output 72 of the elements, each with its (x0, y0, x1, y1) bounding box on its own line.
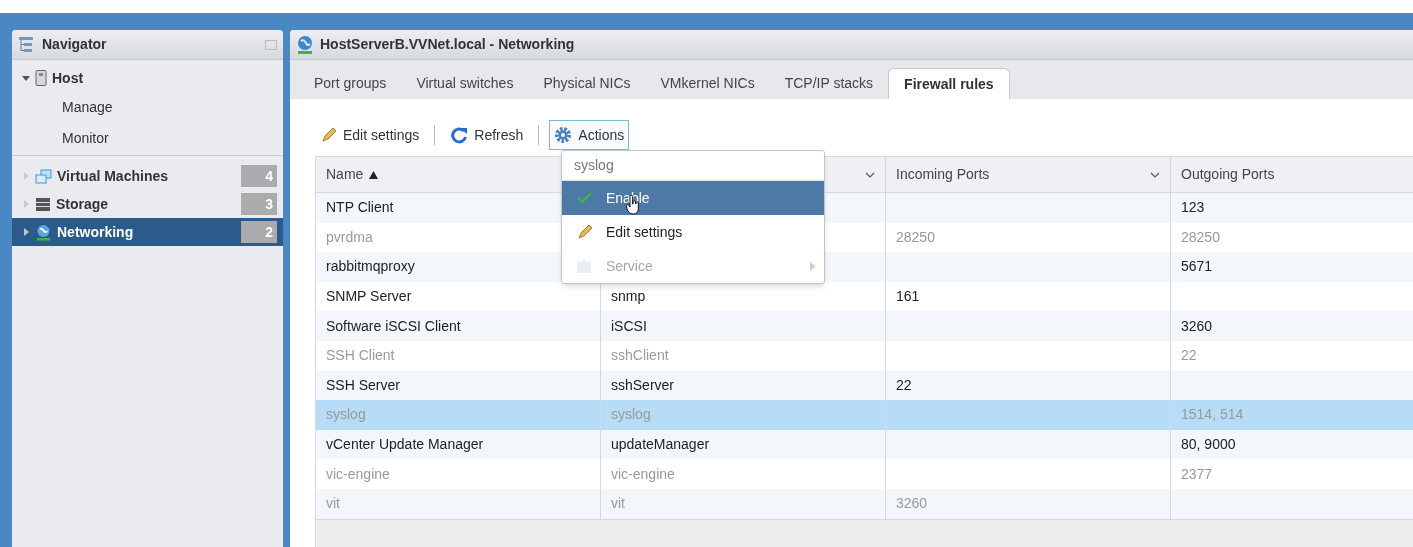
table-cell-text: 3260 (1181, 316, 1213, 336)
table-cell-text: syslog (326, 405, 366, 425)
menu-item[interactable]: Enable (562, 181, 824, 215)
submenu-arrow-icon (810, 261, 816, 271)
tab[interactable]: VMkernel NICs (645, 68, 770, 99)
count-badge: 4 (241, 165, 277, 187)
table-cell-text: sshServer (611, 375, 675, 395)
table-cell-text: vit (326, 494, 340, 514)
nav-item[interactable]: Networking 2 (12, 218, 283, 246)
table-row[interactable]: SSH Server sshServer 22 (316, 370, 1413, 401)
table-cell-text: vic-engine (611, 464, 675, 484)
tab[interactable]: Physical NICs (528, 68, 646, 99)
table-cell-text: 2377 (1181, 464, 1213, 484)
column-header[interactable]: Incoming Ports (896, 164, 990, 185)
caret-down-icon[interactable] (22, 74, 30, 82)
table-cell-text: 22 (1181, 346, 1197, 366)
column-header[interactable]: Name (326, 164, 364, 185)
server-icon (35, 70, 47, 86)
tab[interactable]: Firewall rules (888, 68, 1010, 99)
table-cell-text: iSCSI (611, 316, 647, 336)
stacked-windows-icon (35, 168, 52, 184)
nav-item[interactable]: Virtual Machines 4 (12, 162, 283, 190)
toolbar-button[interactable]: Actions (549, 120, 630, 150)
tab[interactable]: Virtual switches (401, 68, 529, 99)
panel-title: Navigator (42, 35, 107, 54)
table-cell-text: syslog (611, 405, 651, 425)
table-cell-text: rabbitmqproxy (326, 257, 415, 277)
storage-icon (35, 196, 51, 212)
table-cell-text: 22 (896, 375, 912, 395)
pencil-icon (321, 127, 337, 143)
toolbar-button[interactable]: Refresh (445, 120, 529, 150)
table-cell-text: 28250 (896, 227, 935, 247)
tab[interactable]: TCP/IP stacks (769, 68, 889, 99)
count-badge: 2 (241, 221, 277, 243)
checkmark-icon (577, 192, 593, 204)
table-cell-text: snmp (611, 287, 646, 307)
table-cell-text: pvrdma (326, 227, 373, 247)
globe-icon (296, 34, 314, 55)
table-cell-text: vic-engine (326, 464, 390, 484)
table-cell-text: SSH Client (326, 346, 395, 366)
toolbar-button[interactable]: Edit settings (316, 120, 425, 150)
table-cell-text: updateManager (611, 435, 710, 455)
table-cell-text: Software iSCSI Client (326, 316, 461, 336)
table-row[interactable]: vCenter Update Manager updateManager 80, 9000 (316, 429, 1413, 460)
nav-item[interactable]: Monitor (12, 123, 283, 154)
nav-item[interactable]: Manage (12, 92, 283, 123)
table-cell-text: SSH Server (326, 375, 400, 395)
table-cell-text: vCenter Update Manager (326, 435, 484, 455)
table-cell-text: 28250 (1181, 227, 1220, 247)
tab[interactable]: Port groups (299, 68, 402, 99)
table-row[interactable]: Software iSCSI Client iSCSI 3260 (316, 311, 1413, 341)
table-cell-text: 3260 (896, 494, 928, 514)
caret-right-icon[interactable] (22, 228, 30, 236)
table-cell-text: 123 (1181, 198, 1205, 218)
count-badge: 3 (241, 193, 277, 215)
table-cell-text: 161 (896, 287, 920, 307)
gear-icon (554, 126, 573, 144)
refresh-icon (450, 126, 469, 144)
table-cell-text: 80, 9000 (1181, 435, 1236, 455)
table-cell-text: sshClient (611, 346, 669, 366)
chevron-down-icon[interactable] (1150, 171, 1160, 178)
table-cell-text: 5671 (1181, 257, 1213, 277)
nav-item[interactable]: Storage 3 (12, 190, 283, 218)
table-cell-text: vit (611, 494, 625, 514)
table-cell-text: 1514, 514 (1181, 405, 1244, 425)
table-cell-text: SNMP Server (326, 287, 412, 307)
nav-item[interactable]: Host (12, 64, 283, 92)
panel-title: HostServerB.VVNet.local - Networking (320, 35, 575, 54)
table-cell-text: NTP Client (326, 198, 394, 218)
globe-icon (35, 223, 52, 241)
chevron-down-icon[interactable] (865, 171, 875, 178)
column-header[interactable]: Outgoing Ports (1181, 164, 1275, 185)
